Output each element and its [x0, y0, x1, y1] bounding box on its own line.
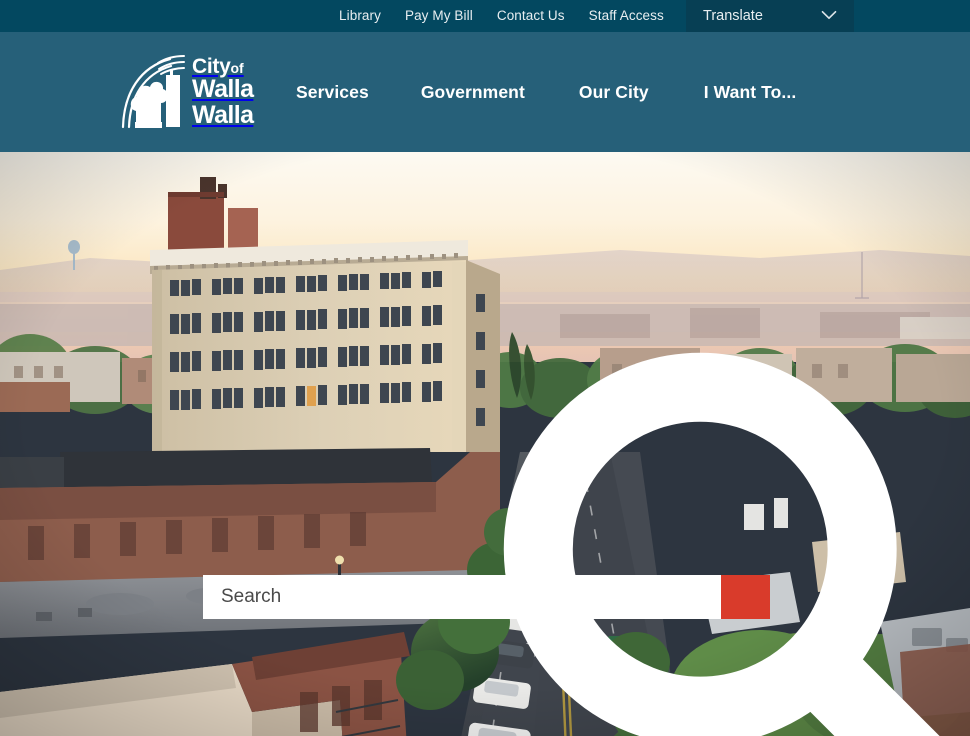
primary-navigation: Services Government Our City I Want To..… — [296, 32, 796, 152]
chevron-down-icon — [821, 7, 837, 25]
translate-dropdown[interactable]: Translate — [686, 0, 854, 32]
translate-label: Translate — [703, 8, 763, 24]
logo-line-walla-2: Walla — [192, 100, 254, 129]
utility-link-pay-my-bill[interactable]: Pay My Bill — [405, 0, 473, 32]
utility-link-contact-us[interactable]: Contact Us — [497, 0, 565, 32]
logo-line-walla-1: Walla — [192, 75, 254, 104]
utility-link-library[interactable]: Library — [339, 0, 381, 32]
utility-link-staff-access[interactable]: Staff Access — [589, 0, 664, 32]
nav-item-our-city[interactable]: Our City — [579, 82, 649, 103]
logo-line-of: of — [230, 59, 244, 76]
nav-item-government[interactable]: Government — [421, 82, 525, 103]
city-seal-logo-icon — [118, 53, 190, 131]
nav-item-i-want-to[interactable]: I Want To... — [704, 82, 797, 103]
hero-search — [203, 352, 940, 736]
search-submit-button[interactable] — [503, 352, 940, 736]
logo-wordmark: Cityof Walla Walla — [192, 56, 254, 129]
nav-item-services[interactable]: Services — [296, 82, 369, 103]
hero-banner: Marlin's — [0, 152, 970, 736]
site-logo[interactable]: Cityof Walla Walla — [118, 50, 270, 134]
search-icon — [263, 305, 970, 736]
main-nav-bar: Cityof Walla Walla Services Government O… — [0, 32, 970, 152]
